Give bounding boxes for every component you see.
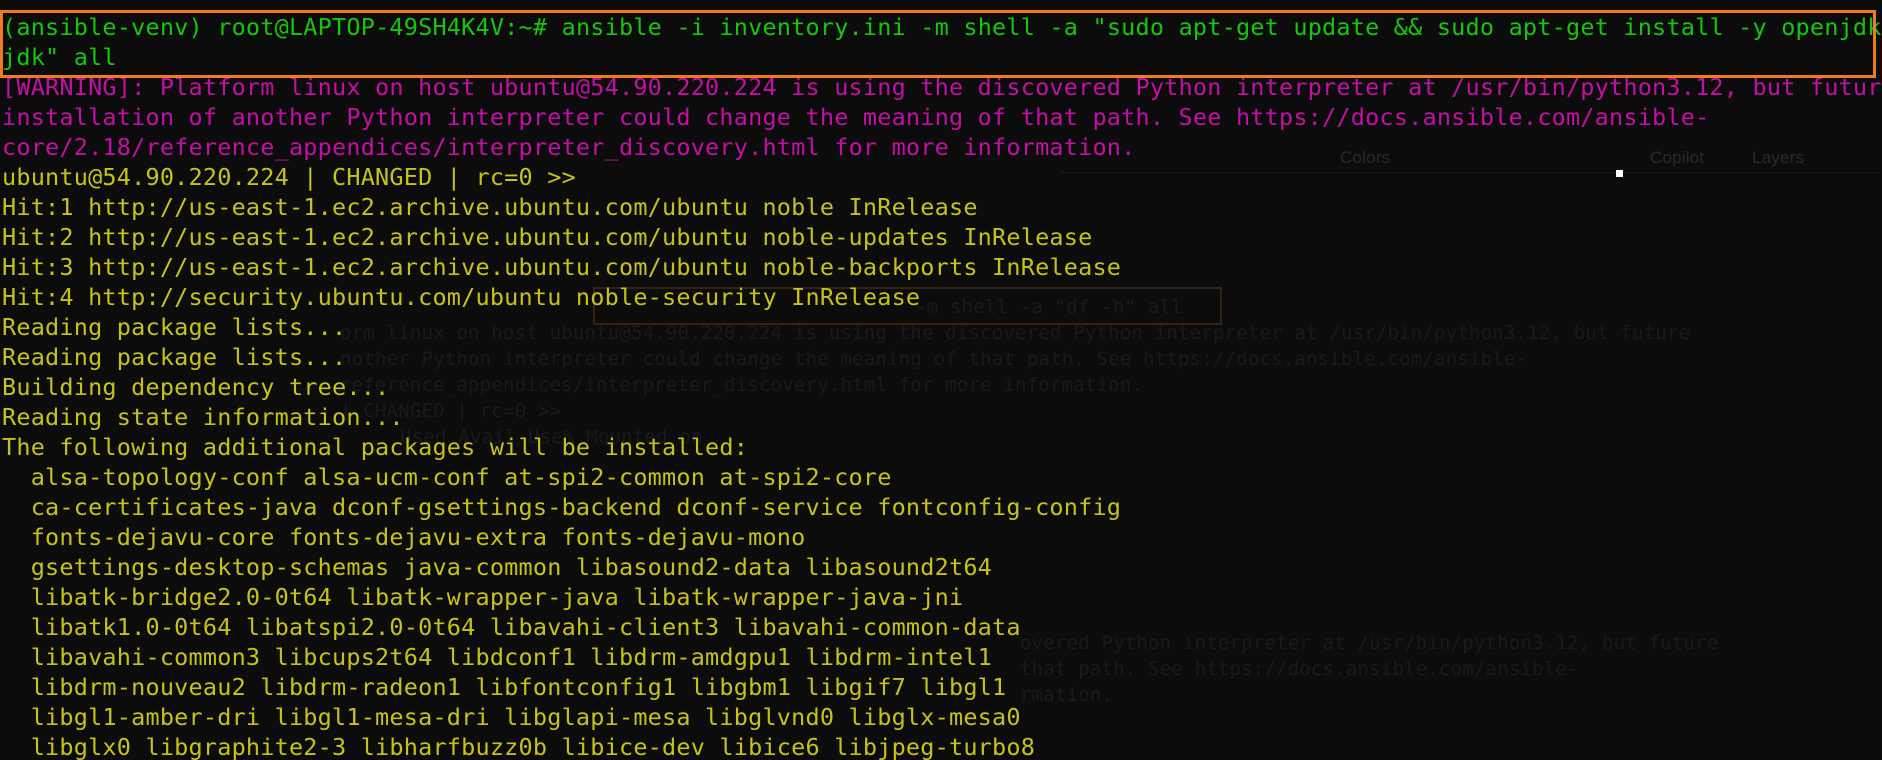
output-line: Hit:2 http://us-east-1.ec2.archive.ubunt… — [2, 223, 1093, 251]
package-list-line: fonts-dejavu-core fonts-dejavu-extra fon… — [2, 523, 806, 551]
warning-line: [WARNING]: Platform linux on host ubuntu… — [2, 73, 1882, 101]
output-line: Hit:4 http://security.ubuntu.com/ubuntu … — [2, 283, 921, 311]
command-line-continuation: jdk" all — [2, 43, 117, 71]
output-line: Reading package lists... — [2, 343, 347, 371]
output-line: Building dependency tree... — [2, 373, 390, 401]
terminal-output: (ansible-venv) root@LAPTOP-49SH4K4V:~# a… — [2, 12, 1882, 760]
package-list-line: libglx0 libgraphite2-3 libharfbuzz0b lib… — [2, 733, 1036, 760]
package-list-line: libatk-bridge2.0-0t64 libatk-wrapper-jav… — [2, 583, 964, 611]
output-line: Reading state information... — [2, 403, 404, 431]
package-list-line: libatk1.0-0t64 libatspi2.0-0t64 libavahi… — [2, 613, 1021, 641]
command-line[interactable]: (ansible-venv) root@LAPTOP-49SH4K4V:~# a… — [2, 12, 1882, 42]
package-list-line: ca-certificates-java dconf-gsettings-bac… — [2, 493, 1122, 521]
shell-prompt: (ansible-venv) root@LAPTOP-49SH4K4V:~# — [2, 13, 562, 41]
command-text: ansible -i inventory.ini -m shell -a "su… — [561, 13, 1882, 41]
warning-line: installation of another Python interpret… — [2, 103, 1710, 131]
output-line: Reading package lists... — [2, 313, 347, 341]
output-line: Hit:1 http://us-east-1.ec2.archive.ubunt… — [2, 193, 978, 221]
output-line: The following additional packages will b… — [2, 433, 749, 461]
package-list-line: alsa-topology-conf alsa-ucm-conf at-spi2… — [2, 463, 892, 491]
package-list-line: libgl1-amber-dri libgl1-mesa-dri libglap… — [2, 703, 1021, 731]
terminal-window[interactable]: Colors Copilot Layers -m shell -a "df -h… — [0, 0, 1882, 760]
package-list-line: libdrm-nouveau2 libdrm-radeon1 libfontco… — [2, 673, 1007, 701]
output-line: Hit:3 http://us-east-1.ec2.archive.ubunt… — [2, 253, 1122, 281]
warning-line: core/2.18/reference_appendices/interpret… — [2, 133, 1136, 161]
mouse-cursor-dot — [1616, 170, 1623, 177]
package-list-line: gsettings-desktop-schemas java-common li… — [2, 553, 993, 581]
package-list-line: libavahi-common3 libcups2t64 libdconf1 l… — [2, 643, 993, 671]
host-status-line: ubuntu@54.90.220.224 | CHANGED | rc=0 >> — [2, 163, 576, 191]
